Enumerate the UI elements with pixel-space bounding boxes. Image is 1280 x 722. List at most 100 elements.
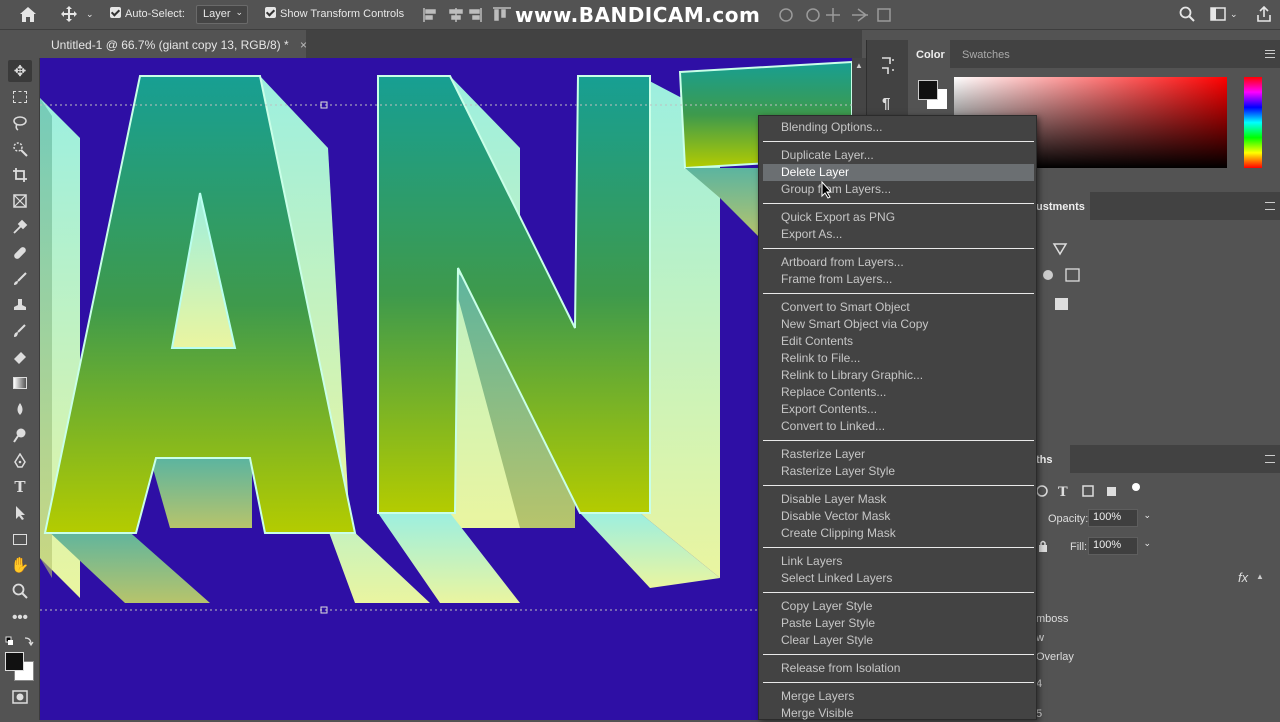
- align-buttons-group[interactable]: [423, 7, 515, 23]
- menu-item-select-linked-layers[interactable]: Select Linked Layers: [763, 570, 1034, 587]
- menu-item-rasterize-layer-style[interactable]: Rasterize Layer Style: [763, 463, 1034, 480]
- menu-item-create-clipping-mask[interactable]: Create Clipping Mask: [763, 525, 1034, 542]
- document-tab[interactable]: Untitled-1 @ 66.7% (giant copy 13, RGB/8…: [40, 30, 307, 58]
- menu-item-release-from-isolation[interactable]: Release from Isolation: [763, 660, 1034, 677]
- frame-tool-icon[interactable]: [8, 190, 32, 212]
- menu-item-convert-to-smart-object[interactable]: Convert to Smart Object: [763, 299, 1034, 316]
- close-document-icon[interactable]: ×: [300, 38, 307, 52]
- menu-item-delete-layer[interactable]: Delete Layer: [763, 164, 1034, 181]
- quick-selection-tool-icon[interactable]: [8, 138, 32, 160]
- artwork-3d-text: [40, 60, 852, 614]
- color-panel-tabs: Color Swatches: [908, 40, 1280, 68]
- opacity-input[interactable]: 100% ⌄: [1088, 509, 1151, 527]
- menu-separator: [763, 654, 1034, 655]
- show-transform-controls-checkbox[interactable]: Show Transform Controls: [265, 7, 404, 20]
- lock-icon[interactable]: [1037, 540, 1049, 552]
- tab-color[interactable]: Color: [908, 40, 950, 68]
- effect-bevel-emboss[interactable]: mboss: [1036, 613, 1068, 625]
- eyedropper-tool-icon[interactable]: [8, 216, 32, 238]
- foreground-color-swatch[interactable]: [5, 652, 24, 671]
- gradient-tool-icon[interactable]: [8, 372, 32, 394]
- adjustment-icons[interactable]: [1038, 242, 1098, 312]
- menu-item-copy-layer-style[interactable]: Copy Layer Style: [763, 598, 1034, 615]
- path-selection-tool-icon[interactable]: [8, 502, 32, 524]
- menu-item-artboard-from-layers[interactable]: Artboard from Layers...: [763, 254, 1034, 271]
- menu-item-duplicate-layer[interactable]: Duplicate Layer...: [763, 147, 1034, 164]
- swap-colors-icon[interactable]: [5, 635, 35, 647]
- menu-item-edit-contents[interactable]: Edit Contents: [763, 333, 1034, 350]
- color-panel-foreground-swatch[interactable]: [918, 80, 938, 100]
- layer-filter-icons[interactable]: T: [1036, 482, 1146, 500]
- tool-preset-chevron-icon[interactable]: ⌄: [86, 9, 94, 20]
- zoom-tool-icon[interactable]: [8, 580, 32, 602]
- menu-item-link-layers[interactable]: Link Layers: [763, 553, 1034, 570]
- collapse-effects-icon[interactable]: ▲: [1256, 572, 1264, 581]
- clone-stamp-tool-icon[interactable]: [8, 294, 32, 316]
- tab-swatches[interactable]: Swatches: [954, 40, 1018, 68]
- menu-item-relink-to-library-graphic[interactable]: Relink to Library Graphic...: [763, 367, 1034, 384]
- chevron-down-icon[interactable]: ⌄: [1143, 510, 1151, 521]
- move-tool-icon[interactable]: ✥: [8, 60, 32, 82]
- menu-item-replace-contents[interactable]: Replace Contents...: [763, 384, 1034, 401]
- hue-slider[interactable]: [1244, 77, 1262, 168]
- menu-item-frame-from-layers[interactable]: Frame from Layers...: [763, 271, 1034, 288]
- paragraph-panel-icon[interactable]: ¶: [882, 95, 890, 112]
- menu-item-relink-to-file[interactable]: Relink to File...: [763, 350, 1034, 367]
- 3d-mode-icons[interactable]: [778, 5, 898, 25]
- healing-brush-tool-icon[interactable]: [8, 242, 32, 264]
- auto-select-checkbox[interactable]: Auto-Select:: [110, 7, 185, 20]
- fill-input[interactable]: 100% ⌄: [1088, 537, 1151, 555]
- menu-item-export-as[interactable]: Export As...: [763, 226, 1034, 243]
- effect-shadow[interactable]: w: [1036, 632, 1044, 644]
- effect-gradient-overlay[interactable]: Overlay: [1036, 651, 1074, 663]
- menu-item-group-from-layers[interactable]: Group from Layers...: [763, 181, 1034, 198]
- type-tool-icon[interactable]: T: [8, 476, 32, 498]
- workspace-chevron-icon[interactable]: ⌄: [1230, 9, 1238, 20]
- show-transform-controls-label: Show Transform Controls: [280, 8, 405, 20]
- layer-context-menu: Blending Options... Duplicate Layer... Del…: [758, 115, 1037, 720]
- search-icon[interactable]: [1179, 6, 1195, 22]
- menu-item-convert-to-linked[interactable]: Convert to Linked...: [763, 418, 1034, 435]
- menu-item-quick-export-as-png[interactable]: Quick Export as PNG: [763, 209, 1034, 226]
- menu-item-new-smart-object-via-copy[interactable]: New Smart Object via Copy: [763, 316, 1034, 333]
- auto-select-target-dropdown[interactable]: Layer ⌄: [196, 5, 248, 24]
- panel-menu-icon[interactable]: [1265, 202, 1275, 210]
- chevron-down-icon: ⌄: [235, 7, 243, 17]
- history-brush-tool-icon[interactable]: [8, 320, 32, 342]
- menu-item-clear-layer-style[interactable]: Clear Layer Style: [763, 632, 1034, 649]
- pen-tool-icon[interactable]: [8, 450, 32, 472]
- scroll-up-icon[interactable]: ▲: [855, 61, 863, 70]
- menu-separator: [763, 248, 1034, 249]
- more-tools-icon[interactable]: •••: [8, 606, 32, 628]
- rectangle-tool-icon[interactable]: [8, 528, 32, 550]
- menu-item-paste-layer-style[interactable]: Paste Layer Style: [763, 615, 1034, 632]
- workspace-icon[interactable]: [1210, 7, 1226, 21]
- crop-tool-icon[interactable]: [8, 164, 32, 186]
- menu-item-disable-layer-mask[interactable]: Disable Layer Mask: [763, 491, 1034, 508]
- panel-menu-icon[interactable]: [1265, 455, 1275, 463]
- menu-item-merge-layers[interactable]: Merge Layers: [763, 688, 1034, 705]
- quick-mask-icon[interactable]: [8, 686, 32, 708]
- dodge-tool-icon[interactable]: [8, 424, 32, 446]
- chevron-down-icon[interactable]: ⌄: [1143, 538, 1151, 549]
- auto-select-label: Auto-Select:: [125, 8, 185, 20]
- tab-adjustments[interactable]: ustments: [1030, 192, 1090, 220]
- character-panel-icon[interactable]: [880, 56, 896, 76]
- panel-menu-icon[interactable]: [1265, 50, 1275, 58]
- lasso-tool-icon[interactable]: [8, 112, 32, 134]
- menu-item-export-contents[interactable]: Export Contents...: [763, 401, 1034, 418]
- menu-item-blending-options[interactable]: Blending Options...: [763, 119, 1034, 136]
- eraser-tool-icon[interactable]: [8, 346, 32, 368]
- share-icon[interactable]: [1256, 6, 1272, 22]
- brush-tool-icon[interactable]: [8, 268, 32, 290]
- menu-item-rasterize-layer[interactable]: Rasterize Layer: [763, 446, 1034, 463]
- menu-item-disable-vector-mask[interactable]: Disable Vector Mask: [763, 508, 1034, 525]
- home-icon[interactable]: [19, 6, 37, 23]
- hand-tool-icon[interactable]: ✋: [8, 554, 32, 576]
- move-tool-icon[interactable]: [60, 5, 78, 23]
- marquee-tool-icon[interactable]: [8, 86, 32, 108]
- document-canvas[interactable]: [40, 58, 852, 720]
- blur-tool-icon[interactable]: [8, 398, 32, 420]
- layer-effects-fx-icon[interactable]: fx: [1238, 570, 1248, 585]
- menu-item-merge-visible[interactable]: Merge Visible: [763, 705, 1034, 722]
